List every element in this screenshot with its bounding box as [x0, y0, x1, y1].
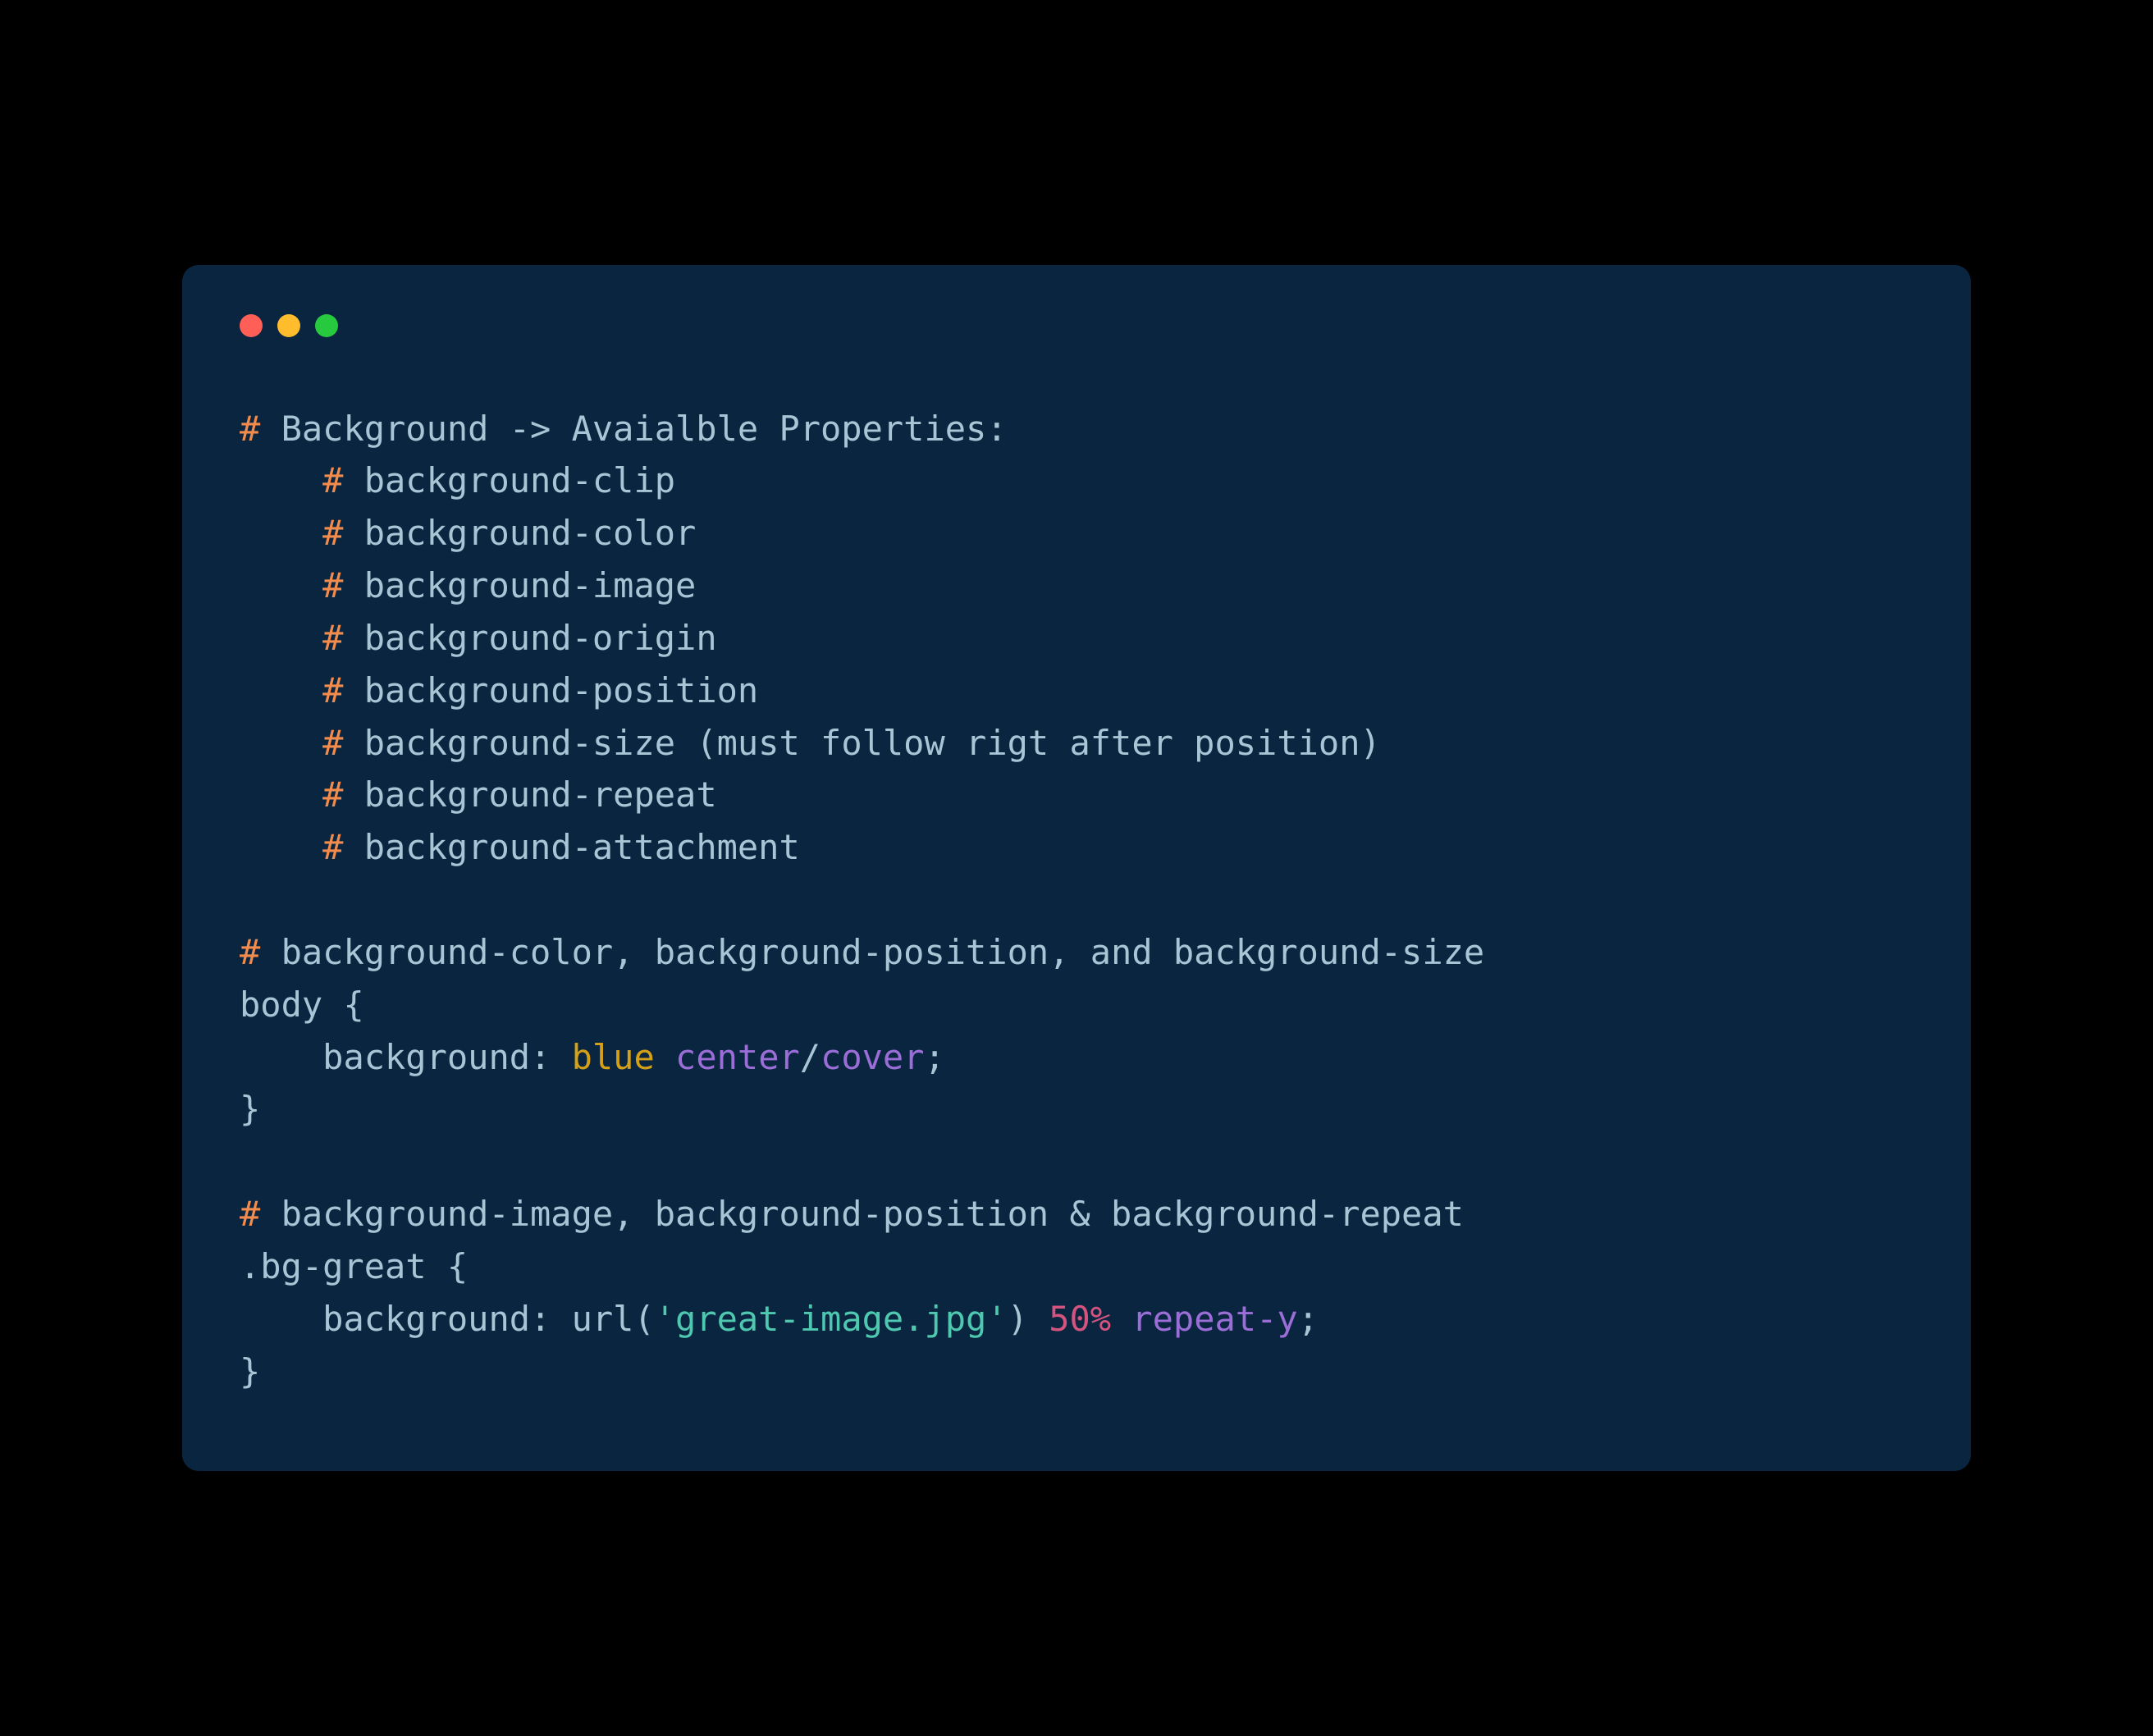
close-icon[interactable] — [240, 314, 263, 337]
comment-text: background-color — [343, 513, 696, 553]
indent — [240, 827, 322, 867]
indent — [240, 774, 322, 815]
indent — [240, 618, 322, 658]
css-value: cover — [821, 1037, 924, 1077]
minimize-icon[interactable] — [277, 314, 300, 337]
indent — [240, 670, 322, 710]
brace: } — [240, 1089, 260, 1129]
code-block: # Background -> Avaialble Properties: # … — [240, 403, 1913, 1398]
comment-hash: # — [322, 565, 343, 605]
css-string: 'great-image.jpg' — [655, 1299, 1008, 1339]
brace: { — [343, 984, 363, 1025]
comment-hash: # — [240, 932, 260, 972]
comment-hash: # — [240, 1194, 260, 1234]
code-window: # Background -> Avaialble Properties: # … — [182, 265, 1971, 1472]
brace: } — [240, 1351, 260, 1391]
slash: / — [800, 1037, 821, 1077]
css-selector: body — [240, 984, 343, 1025]
comment-text: background-position — [343, 670, 758, 710]
comment-hash: # — [322, 618, 343, 658]
css-property: background: — [322, 1037, 571, 1077]
css-value: center — [675, 1037, 800, 1077]
indent — [240, 565, 322, 605]
comment-text: background-size (must follow rigt after … — [343, 723, 1380, 763]
css-number: 50% — [1049, 1299, 1111, 1339]
comment-hash: # — [322, 460, 343, 500]
maximize-icon[interactable] — [315, 314, 338, 337]
comment-hash: # — [240, 409, 260, 449]
brace: { — [447, 1246, 468, 1286]
css-value: repeat-y — [1131, 1299, 1297, 1339]
space — [655, 1037, 675, 1077]
comment-text: background-image — [343, 565, 696, 605]
comment-text: background-clip — [343, 460, 675, 500]
comment-text: background-attachment — [343, 827, 799, 867]
css-function: ) — [1008, 1299, 1049, 1339]
comment-text: Background -> Avaialble Properties: — [260, 409, 1007, 449]
comment-hash: # — [322, 670, 343, 710]
semicolon: ; — [925, 1037, 945, 1077]
comment-text: background-repeat — [343, 774, 716, 815]
window-titlebar — [240, 314, 1913, 337]
comment-hash: # — [322, 774, 343, 815]
indent — [240, 1037, 322, 1077]
semicolon: ; — [1298, 1299, 1319, 1339]
comment-hash: # — [322, 827, 343, 867]
indent — [240, 1299, 322, 1339]
css-property: background: — [322, 1299, 571, 1339]
comment-hash: # — [322, 513, 343, 553]
comment-hash: # — [322, 723, 343, 763]
indent — [240, 460, 322, 500]
css-value: blue — [572, 1037, 655, 1077]
css-selector: .bg-great — [240, 1246, 447, 1286]
comment-text: background-image, background-position & … — [260, 1194, 1464, 1234]
css-function: url( — [572, 1299, 655, 1339]
space — [1111, 1299, 1131, 1339]
comment-text: background-color, background-position, a… — [260, 932, 1484, 972]
indent — [240, 513, 322, 553]
comment-text: background-origin — [343, 618, 716, 658]
indent — [240, 723, 322, 763]
